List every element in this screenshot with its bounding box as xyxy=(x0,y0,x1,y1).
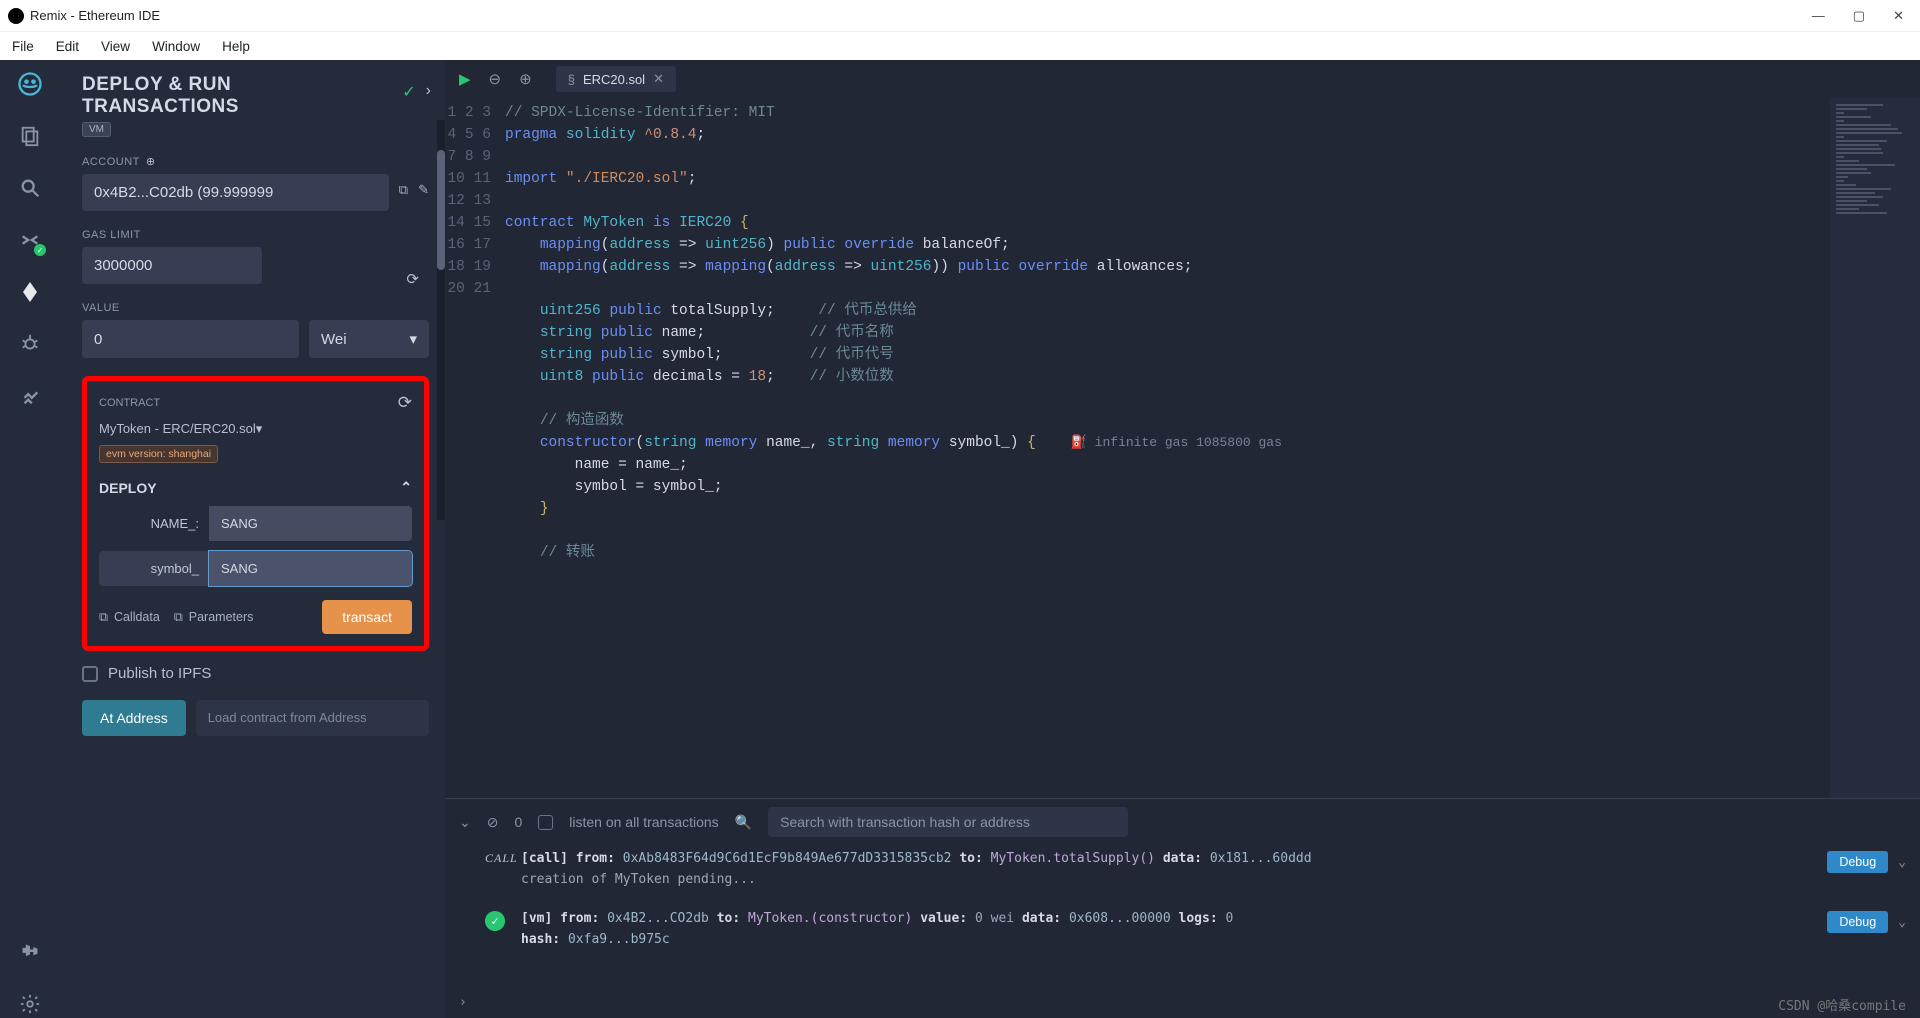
listen-checkbox[interactable] xyxy=(538,815,553,830)
chevron-down-icon: ▾ xyxy=(256,421,263,436)
menubar: File Edit View Window Help xyxy=(0,32,1920,60)
copy-parameters-button[interactable]: ⧉Parameters xyxy=(174,610,254,625)
terminal-prompt-icon[interactable]: › xyxy=(459,995,467,1010)
chevron-down-icon: ▾ xyxy=(409,330,417,348)
contract-label: CONTRACT xyxy=(99,397,160,409)
search-icon[interactable] xyxy=(16,174,44,202)
maximize-button[interactable]: ▢ xyxy=(1853,8,1865,24)
gas-limit-input[interactable] xyxy=(82,247,262,284)
success-icon: ✓ xyxy=(485,911,505,931)
window-title: Remix - Ethereum IDE xyxy=(30,8,160,23)
terminal-row[interactable]: CALL [call] from: 0xAb8483F64d9C6d1EcF9b… xyxy=(485,851,1906,893)
refresh-contract-icon[interactable]: ⟳ xyxy=(398,393,412,413)
gas-hint: ⛽ infinite gas 1085800 gas xyxy=(1071,435,1282,450)
terminal-search-icon[interactable]: 🔍 xyxy=(735,814,752,831)
app-logo-icon xyxy=(8,8,24,24)
tab-erc20[interactable]: § ERC20.sol ✕ xyxy=(556,66,676,92)
copy-icon: ⧉ xyxy=(174,610,183,625)
vm-badge: VM xyxy=(82,122,111,137)
transact-button[interactable]: transact xyxy=(322,600,412,634)
publish-ipfs-checkbox[interactable] xyxy=(82,666,98,682)
compile-ok-badge: ✓ xyxy=(34,244,46,256)
account-spinner-icon: ⟳ xyxy=(406,270,419,288)
panel-chevron-icon[interactable]: › xyxy=(426,82,431,102)
param-name-label: NAME_: xyxy=(99,506,209,541)
load-address-input[interactable]: Load contract from Address xyxy=(196,700,429,736)
terminal-clear-icon[interactable]: ⊘ xyxy=(487,814,499,831)
debug-button[interactable]: Debug xyxy=(1827,851,1888,873)
menu-edit[interactable]: Edit xyxy=(56,39,79,54)
zoom-in-icon[interactable]: ⊕ xyxy=(519,70,532,88)
account-label: ACCOUNT ⊕ xyxy=(82,155,429,168)
line-gutter: 1 2 3 4 5 6 7 8 9 10 11 12 13 14 15 16 1… xyxy=(445,98,505,798)
at-address-button[interactable]: At Address xyxy=(82,700,186,736)
expand-row-icon[interactable]: ⌄ xyxy=(1898,915,1906,930)
settings-icon[interactable] xyxy=(16,990,44,1018)
param-symbol-label: symbol_ xyxy=(99,551,209,586)
terminal-search-input[interactable]: Search with transaction hash or address xyxy=(768,807,1128,837)
account-select[interactable] xyxy=(82,174,389,211)
add-account-icon[interactable]: ⊕ xyxy=(146,155,156,168)
menu-file[interactable]: File xyxy=(12,39,34,54)
compiler-icon[interactable]: ✓ xyxy=(16,226,44,254)
watermark: CSDN @哈桑compile xyxy=(1778,995,1906,1014)
minimize-button[interactable]: — xyxy=(1812,8,1825,24)
panel-check-icon[interactable]: ✓ xyxy=(402,82,415,102)
zoom-out-icon[interactable]: ⊖ xyxy=(489,70,502,88)
deploy-section-label: DEPLOY xyxy=(99,480,157,496)
debug-button[interactable]: Debug xyxy=(1827,911,1888,933)
copy-icon: ⧉ xyxy=(99,610,108,625)
param-name-input[interactable] xyxy=(209,506,412,541)
files-icon[interactable] xyxy=(16,122,44,150)
home-icon[interactable] xyxy=(16,70,44,98)
value-unit-select[interactable]: Wei▾ xyxy=(309,320,429,358)
run-icon[interactable]: ▶ xyxy=(459,70,471,88)
menu-window[interactable]: Window xyxy=(152,39,200,54)
plugin-icon[interactable] xyxy=(16,938,44,966)
copy-account-icon[interactable]: ⧉ xyxy=(399,182,408,198)
pending-count: 0 xyxy=(514,814,522,830)
param-symbol-input[interactable] xyxy=(209,551,412,586)
publish-ipfs-label: Publish to IPFS xyxy=(108,665,211,682)
solidity-file-icon: § xyxy=(568,72,575,87)
contract-select[interactable]: MyToken - ERC/ERC20.sol▾ xyxy=(99,421,412,437)
analysis-icon[interactable] xyxy=(16,382,44,410)
gas-limit-label: GAS LIMIT xyxy=(82,229,429,241)
menu-view[interactable]: View xyxy=(101,39,130,54)
minimap[interactable] xyxy=(1830,98,1920,798)
menu-help[interactable]: Help xyxy=(222,39,250,54)
deploy-icon[interactable] xyxy=(16,278,44,306)
terminal-collapse-icon[interactable]: ⌄ xyxy=(459,814,471,831)
edit-account-icon[interactable]: ✎ xyxy=(418,182,429,198)
panel-scrollbar[interactable] xyxy=(437,120,445,520)
call-mark-icon: CALL xyxy=(485,851,518,865)
value-label: VALUE xyxy=(82,302,429,314)
terminal-row[interactable]: ✓ [vm] from: 0x4B2...CO2db to: MyToken.(… xyxy=(485,911,1906,953)
value-input[interactable] xyxy=(82,320,299,358)
collapse-deploy-icon[interactable]: ⌃ xyxy=(400,479,412,496)
close-button[interactable]: ✕ xyxy=(1893,8,1904,24)
code-editor[interactable]: // SPDX-License-Identifier: MIT pragma s… xyxy=(505,98,1830,798)
expand-row-icon[interactable]: ⌄ xyxy=(1898,855,1906,870)
panel-title: DEPLOY & RUNTRANSACTIONS xyxy=(82,74,429,118)
listen-label: listen on all transactions xyxy=(569,814,718,830)
debugger-icon[interactable] xyxy=(16,330,44,358)
close-tab-icon[interactable]: ✕ xyxy=(653,71,664,87)
evm-version-badge: evm version: shanghai xyxy=(99,445,218,463)
annotation-frame: CONTRACT ⟳ MyToken - ERC/ERC20.sol▾ evm … xyxy=(82,376,429,651)
copy-calldata-button[interactable]: ⧉Calldata xyxy=(99,610,160,625)
